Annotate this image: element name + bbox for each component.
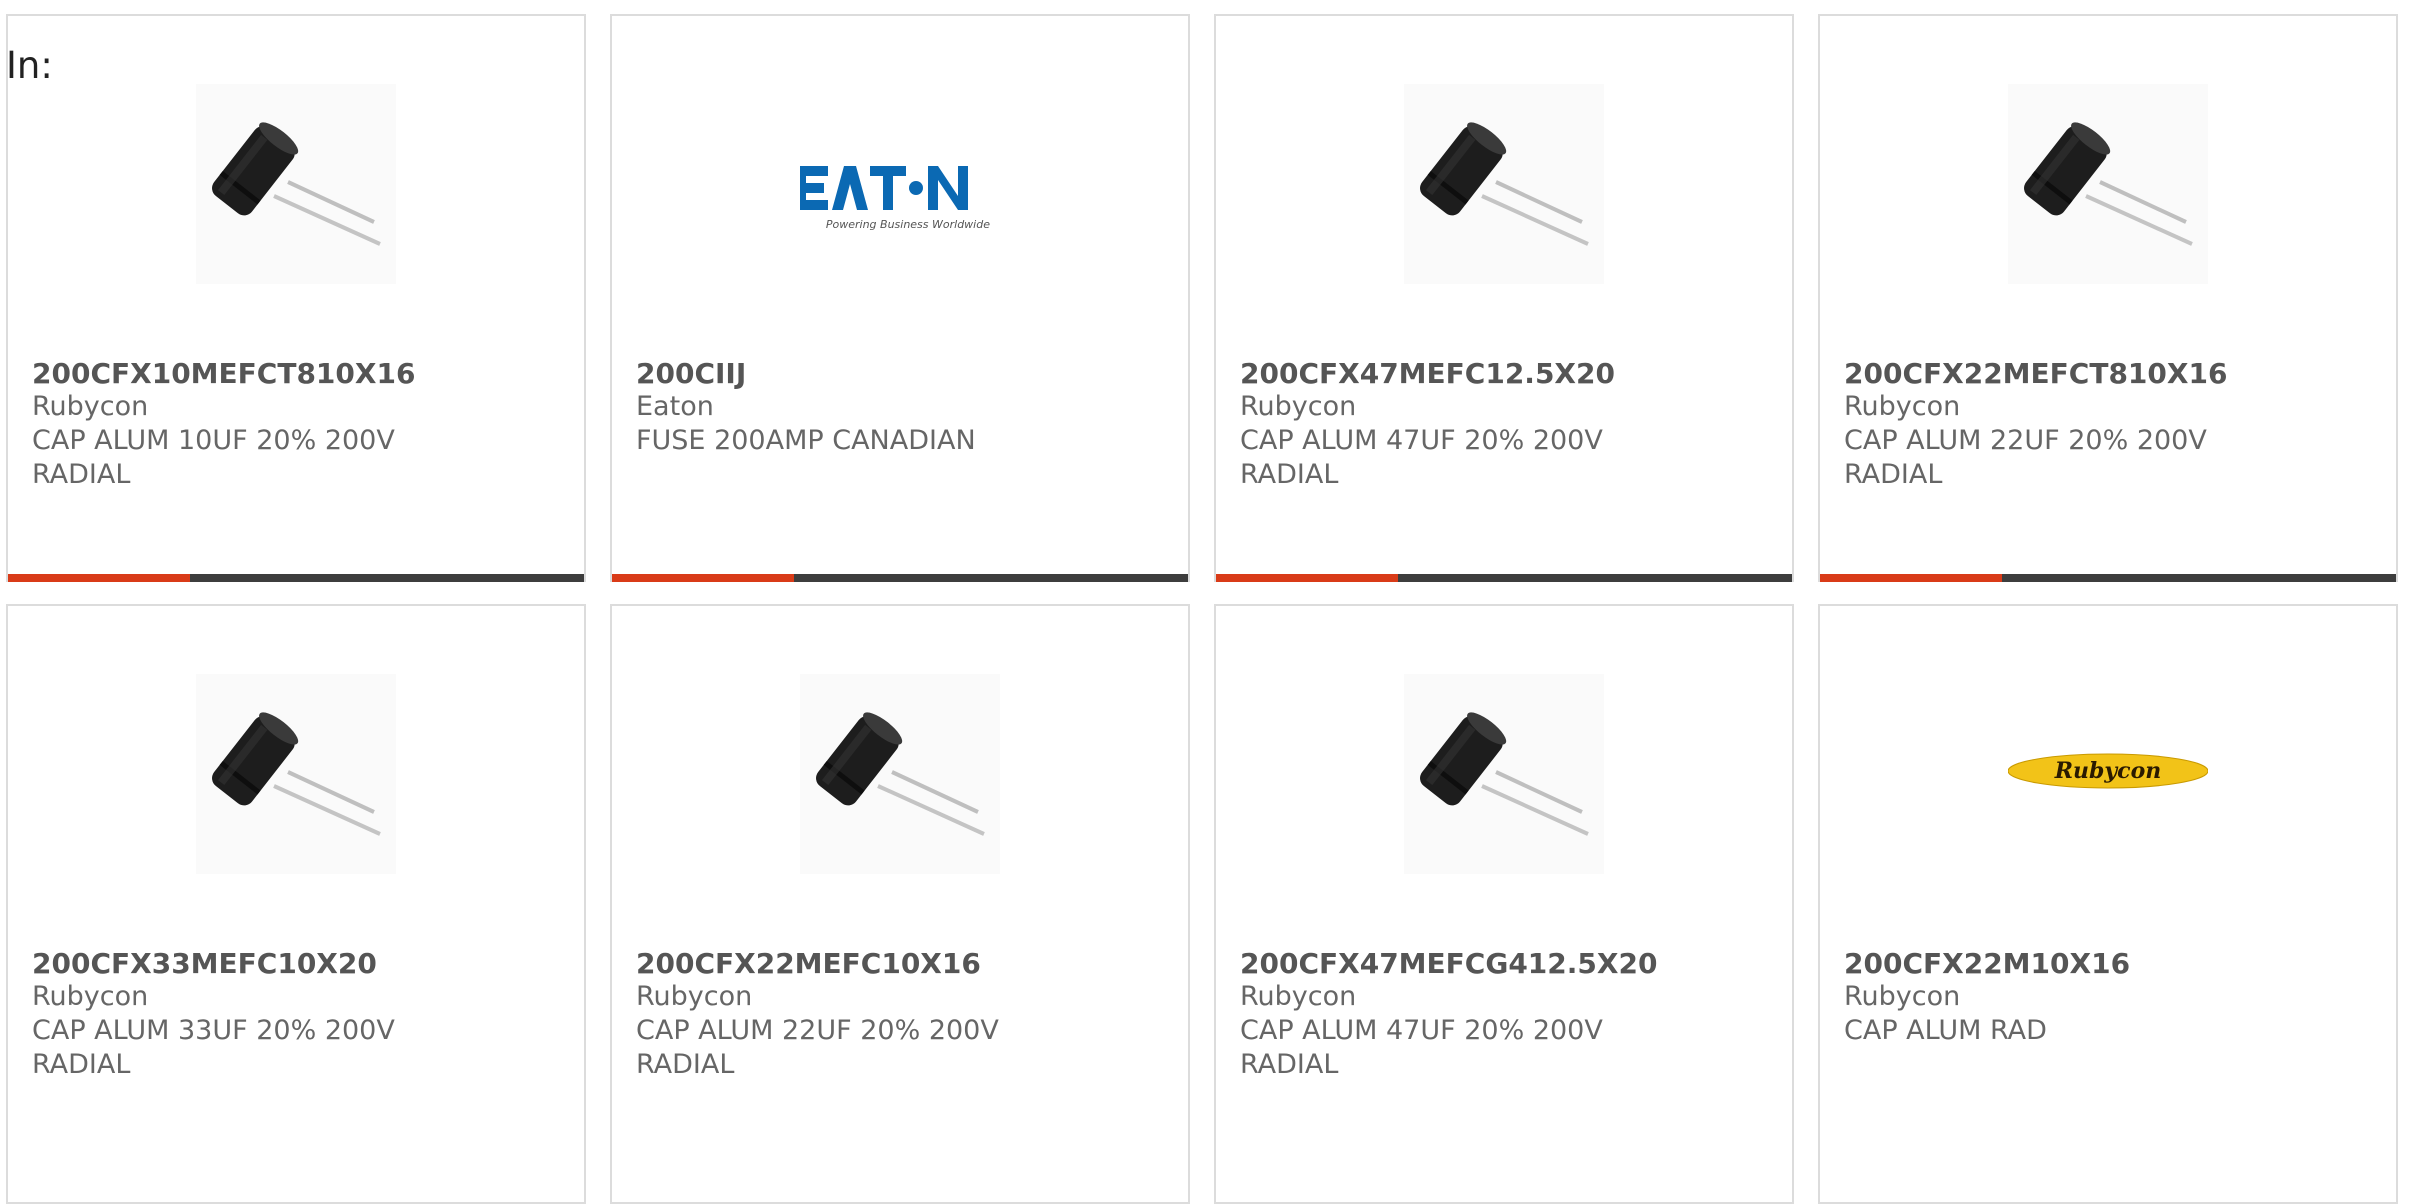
product-part-number[interactable]: 200CFX22M10X16 (1844, 947, 2130, 980)
capacitor-image[interactable] (1404, 674, 1604, 874)
product-card[interactable]: 200CFX22MEFC10X16 Rubycon CAP ALUM 22UF … (610, 604, 1190, 1204)
product-part-number[interactable]: 200CFX33MEFC10X20 (32, 947, 377, 980)
product-manufacturer: Rubycon (1844, 981, 1961, 1012)
product-description: CAP ALUM 22UF 20% 200V RADIAL (636, 1015, 999, 1080)
product-card[interactable]: Rubycon 200CFX22M10X16 Rubycon CAP ALUM … (1818, 604, 2398, 1204)
card-accent-bar (8, 574, 190, 582)
product-manufacturer: Rubycon (32, 981, 149, 1012)
eaton-logo[interactable]: Powering Business Worldwide (796, 84, 1000, 284)
product-part-number[interactable]: 200CIIJ (636, 357, 746, 390)
product-manufacturer: Rubycon (636, 981, 753, 1012)
product-manufacturer: Rubycon (32, 391, 149, 422)
product-card[interactable]: 200CFX47MEFCG412.5X20 Rubycon CAP ALUM 4… (1214, 604, 1794, 1204)
capacitor-image[interactable] (1404, 84, 1604, 284)
capacitor-image[interactable] (196, 84, 396, 284)
product-card[interactable]: 200CFX22MEFCT810X16 Rubycon CAP ALUM 22U… (1818, 14, 2398, 582)
product-part-number[interactable]: 200CFX22MEFCT810X16 (1844, 357, 2227, 390)
product-manufacturer: Eaton (636, 391, 714, 422)
product-part-number[interactable]: 200CFX22MEFC10X16 (636, 947, 981, 980)
card-accent-bar (612, 574, 794, 582)
rubycon-logo[interactable]: Rubycon (2007, 674, 2209, 874)
card-bottom-bar (612, 574, 1188, 582)
product-part-number[interactable]: 200CFX47MEFC12.5X20 (1240, 357, 1615, 390)
capacitor-image[interactable] (196, 674, 396, 874)
capacitor-image[interactable] (2008, 84, 2208, 284)
card-bottom-bar (1820, 574, 2396, 582)
product-description: FUSE 200AMP CANADIAN (636, 425, 976, 456)
product-manufacturer: Rubycon (1240, 981, 1357, 1012)
product-description: CAP ALUM RAD (1844, 1015, 2047, 1046)
product-part-number[interactable]: 200CFX47MEFCG412.5X20 (1240, 947, 1657, 980)
product-grid: 200CFX10MEFCT810X16 Rubycon CAP ALUM 10U… (6, 14, 2406, 1204)
card-bottom-bar (8, 574, 584, 582)
svg-text:Powering Business Worldwide: Powering Business Worldwide (826, 218, 990, 231)
svg-text:Rubycon: Rubycon (2054, 758, 2162, 784)
product-part-number[interactable]: 200CFX10MEFCT810X16 (32, 357, 415, 390)
product-description: CAP ALUM 47UF 20% 200V RADIAL (1240, 1015, 1603, 1080)
card-accent-bar (1216, 574, 1398, 582)
product-card[interactable]: 200CFX47MEFC12.5X20 Rubycon CAP ALUM 47U… (1214, 14, 1794, 582)
product-description: CAP ALUM 47UF 20% 200V RADIAL (1240, 425, 1603, 490)
in-label: In: (6, 44, 53, 87)
capacitor-image[interactable] (800, 674, 1000, 874)
product-description: CAP ALUM 22UF 20% 200V RADIAL (1844, 425, 2207, 490)
product-card[interactable]: 200CFX10MEFCT810X16 Rubycon CAP ALUM 10U… (6, 14, 586, 582)
product-card[interactable]: 200CFX33MEFC10X20 Rubycon CAP ALUM 33UF … (6, 604, 586, 1204)
card-accent-bar (1820, 574, 2002, 582)
product-manufacturer: Rubycon (1240, 391, 1357, 422)
card-bottom-bar (1216, 574, 1792, 582)
product-manufacturer: Rubycon (1844, 391, 1961, 422)
product-card[interactable]: Powering Business Worldwide 200CIIJ Eato… (610, 14, 1190, 582)
product-description: CAP ALUM 10UF 20% 200V RADIAL (32, 425, 395, 490)
product-description: CAP ALUM 33UF 20% 200V RADIAL (32, 1015, 395, 1080)
